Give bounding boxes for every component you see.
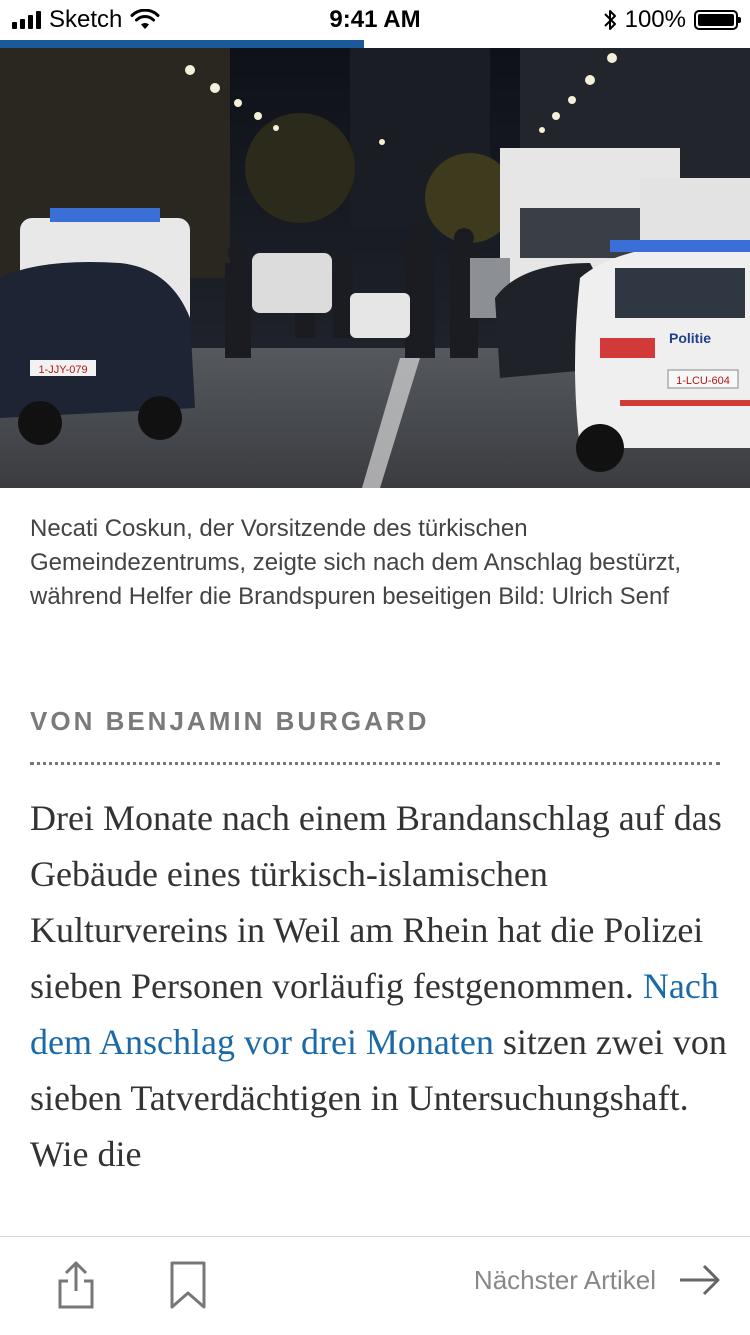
article-body: Drei Monate nach einem Brandanschlag auf… [30, 790, 730, 1182]
bottom-toolbar: Nächster Artikel [0, 1236, 750, 1335]
bluetooth-icon [603, 10, 616, 30]
arrow-right-icon [680, 1264, 720, 1296]
share-button[interactable] [56, 1259, 96, 1311]
share-icon [58, 1261, 94, 1309]
license-plate-left: 1-JJY-079 [38, 364, 87, 376]
hero-image: 1-JJY-079 Politie 1-LCU-604 [0, 48, 750, 488]
battery-percent: 100% [624, 6, 686, 33]
hero-photo: 1-JJY-079 Politie 1-LCU-604 [0, 48, 750, 488]
author-byline: VON BENJAMIN BURGARD [30, 706, 430, 736]
next-article-button[interactable]: Nächster Artikel [474, 1263, 722, 1297]
police-car-label: Politie [669, 330, 711, 346]
bookmark-icon [170, 1261, 206, 1309]
byline-divider [30, 762, 720, 765]
bookmark-button[interactable] [168, 1259, 208, 1311]
battery-level [698, 14, 734, 26]
status-bar: Sketch 9:41 AM 100% [0, 0, 750, 40]
reading-progress-fill [0, 40, 364, 48]
license-plate-right: 1-LCU-604 [676, 375, 730, 387]
reading-progress-bar [0, 40, 750, 48]
image-caption: Necati Coskun, der Vorsitzende des türki… [30, 515, 681, 610]
status-right: 100% [603, 6, 741, 34]
body-text-intro: Drei Monate nach einem Brandanschlag auf… [30, 798, 722, 1006]
next-article-label: Nächster Artikel [473, 1264, 656, 1295]
battery-icon [694, 10, 741, 30]
